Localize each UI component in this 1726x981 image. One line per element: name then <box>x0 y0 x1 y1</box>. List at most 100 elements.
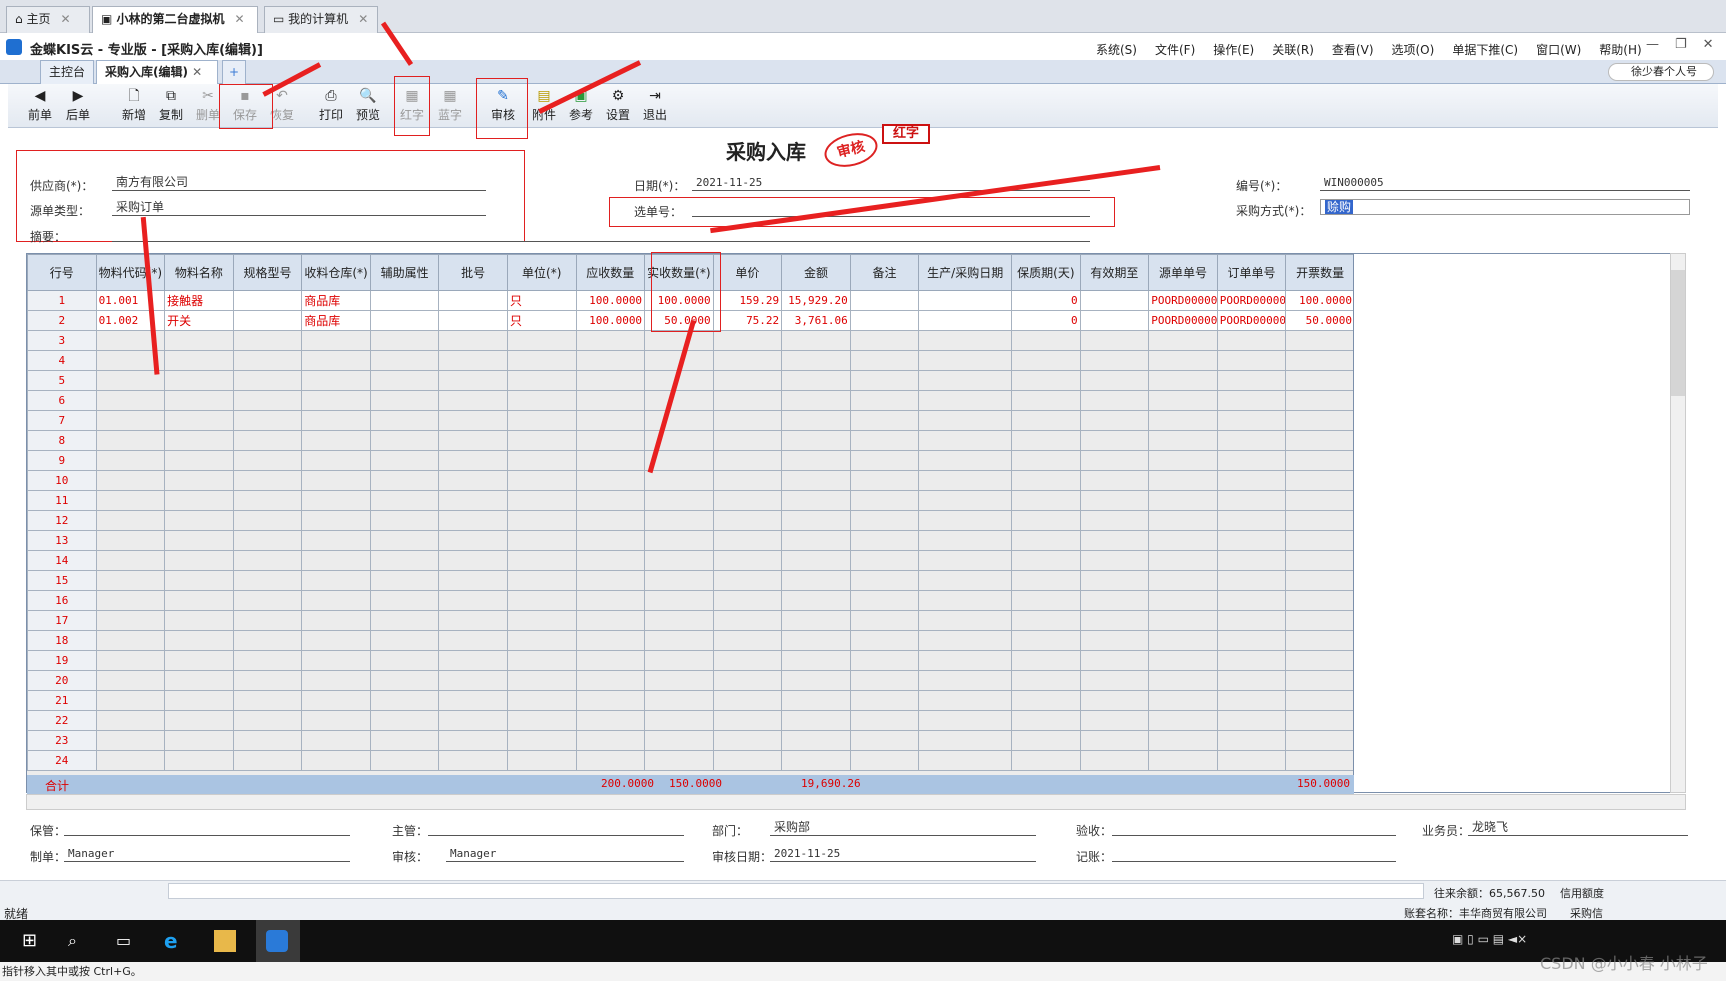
table-cell[interactable] <box>781 370 851 391</box>
table-cell[interactable] <box>1011 550 1081 571</box>
menu-file[interactable]: 文件(F) <box>1155 43 1195 57</box>
table-cell[interactable] <box>1216 530 1287 551</box>
table-cell[interactable]: 3,761.06 <box>781 310 851 331</box>
table-cell[interactable] <box>712 650 783 671</box>
table-cell[interactable] <box>1216 350 1287 371</box>
table-cell[interactable] <box>95 590 166 611</box>
table-cell[interactable] <box>301 390 371 411</box>
table-cell[interactable] <box>918 750 1013 771</box>
table-cell[interactable] <box>369 630 440 651</box>
table-cell[interactable] <box>506 610 577 631</box>
table-cell[interactable] <box>1011 490 1081 511</box>
table-cell[interactable] <box>1148 670 1218 691</box>
table-cell[interactable]: 100.0000 <box>1285 290 1353 311</box>
menu-window[interactable]: 窗口(W) <box>1536 43 1581 57</box>
table-cell[interactable] <box>1011 750 1081 771</box>
restore-icon[interactable]: ❐ <box>1675 37 1687 52</box>
table-row[interactable]: 13 <box>27 530 1353 551</box>
table-cell[interactable] <box>369 550 440 571</box>
table-cell[interactable] <box>506 670 577 691</box>
table-cell[interactable] <box>781 530 851 551</box>
table-cell[interactable] <box>1148 630 1218 651</box>
table-cell[interactable] <box>849 690 920 711</box>
table-cell[interactable]: 0 <box>1011 290 1081 311</box>
table-cell[interactable] <box>918 570 1013 591</box>
table-cell[interactable] <box>1011 330 1081 351</box>
table-cell[interactable] <box>644 530 714 551</box>
table-cell[interactable] <box>438 410 508 431</box>
table-cell[interactable] <box>1148 650 1218 671</box>
table-cell[interactable] <box>644 630 714 651</box>
table-cell[interactable] <box>1285 590 1353 611</box>
tab-main-console[interactable]: 主控台 <box>40 60 94 84</box>
table-cell[interactable] <box>438 690 508 711</box>
table-cell[interactable] <box>918 490 1013 511</box>
prev-button[interactable]: ◀ 前单 <box>22 86 58 126</box>
table-cell[interactable] <box>164 590 234 611</box>
table-cell[interactable] <box>712 610 783 631</box>
table-cell[interactable] <box>712 390 783 411</box>
table-cell[interactable] <box>1011 610 1081 631</box>
table-cell[interactable] <box>849 290 920 311</box>
table-cell[interactable] <box>918 590 1013 611</box>
table-cell[interactable] <box>1079 310 1150 331</box>
purchase-mode-select[interactable]: 赊购 <box>1320 199 1690 215</box>
table-cell[interactable] <box>95 570 166 591</box>
table-row[interactable]: 22 <box>27 710 1353 731</box>
menu-operate[interactable]: 操作(E) <box>1213 43 1254 57</box>
table-cell[interactable] <box>95 410 166 431</box>
table-cell[interactable] <box>1148 570 1218 591</box>
table-cell[interactable] <box>1011 410 1081 431</box>
table-cell[interactable] <box>506 350 577 371</box>
table-row[interactable]: 12 <box>27 510 1353 531</box>
table-cell[interactable] <box>1011 630 1081 651</box>
table-cell[interactable] <box>575 350 646 371</box>
menu-options[interactable]: 选项(O) <box>1392 43 1435 57</box>
table-cell[interactable] <box>232 330 303 351</box>
tab-purchase-receipt[interactable]: 采购入库(编辑) ✕ <box>96 60 218 84</box>
table-cell[interactable] <box>849 670 920 691</box>
table-cell[interactable] <box>644 470 714 491</box>
table-cell[interactable] <box>712 370 783 391</box>
table-cell[interactable] <box>712 350 783 371</box>
table-cell[interactable] <box>164 630 234 651</box>
table-cell[interactable] <box>1216 610 1287 631</box>
table-cell[interactable] <box>575 750 646 771</box>
table-cell[interactable] <box>849 430 920 451</box>
table-cell[interactable] <box>232 390 303 411</box>
table-cell[interactable] <box>1148 710 1218 731</box>
table-cell[interactable] <box>781 650 851 671</box>
column-header[interactable]: 有效期至 <box>1079 254 1150 291</box>
table-cell[interactable] <box>506 530 577 551</box>
table-cell[interactable] <box>1079 730 1150 751</box>
table-cell[interactable] <box>1216 390 1287 411</box>
table-cell[interactable] <box>1079 650 1150 671</box>
table-cell[interactable] <box>644 410 714 431</box>
table-cell[interactable] <box>712 430 783 451</box>
table-cell[interactable] <box>849 350 920 371</box>
table-cell[interactable] <box>575 730 646 751</box>
table-cell[interactable] <box>575 390 646 411</box>
table-cell[interactable] <box>644 590 714 611</box>
table-cell[interactable] <box>918 630 1013 651</box>
table-cell[interactable] <box>1011 730 1081 751</box>
table-cell[interactable] <box>849 530 920 551</box>
table-cell[interactable] <box>1079 510 1150 531</box>
table-cell[interactable] <box>1011 470 1081 491</box>
table-cell[interactable] <box>506 390 577 411</box>
table-cell[interactable] <box>301 490 371 511</box>
table-cell[interactable] <box>95 510 166 531</box>
table-cell[interactable] <box>575 470 646 491</box>
table-cell[interactable] <box>712 730 783 751</box>
table-cell[interactable] <box>1285 630 1353 651</box>
table-cell[interactable] <box>369 410 440 431</box>
table-cell[interactable] <box>849 550 920 571</box>
table-cell[interactable] <box>575 590 646 611</box>
table-cell[interactable] <box>918 650 1013 671</box>
table-cell[interactable] <box>781 630 851 651</box>
table-row[interactable]: 11 <box>27 490 1353 511</box>
table-cell[interactable] <box>232 470 303 491</box>
table-cell[interactable] <box>369 290 440 311</box>
table-cell[interactable] <box>301 550 371 571</box>
table-cell[interactable] <box>1216 430 1287 451</box>
